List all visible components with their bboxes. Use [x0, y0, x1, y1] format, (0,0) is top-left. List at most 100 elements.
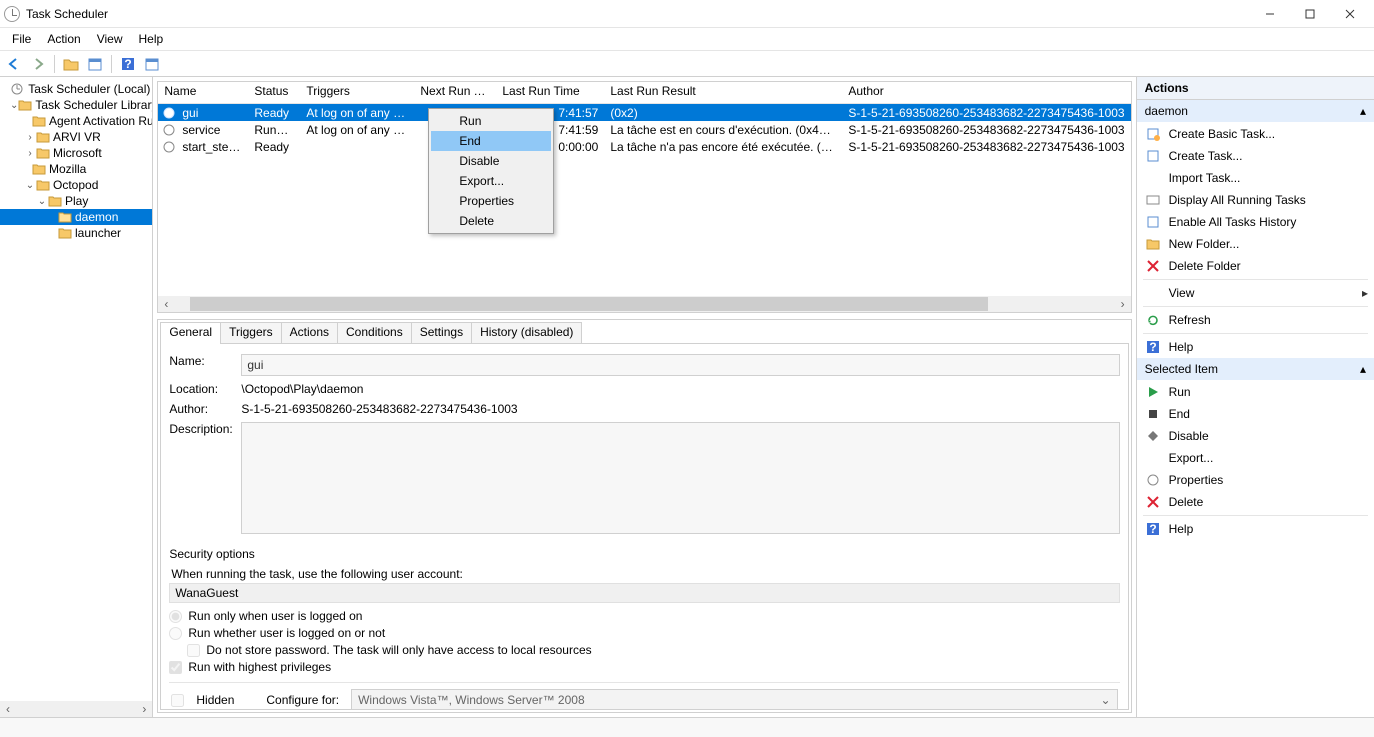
help-icon: ?	[1145, 339, 1161, 355]
action-end[interactable]: End	[1137, 403, 1374, 425]
task-result: (0x2)	[604, 104, 842, 122]
tree-item-arvi[interactable]: ›ARVI VR	[0, 129, 152, 145]
menu-file[interactable]: File	[4, 30, 39, 48]
col-author[interactable]: Author	[842, 82, 1130, 103]
action-create-task[interactable]: Create Task...	[1137, 145, 1374, 167]
action-view[interactable]: View▸	[1137, 282, 1374, 304]
action-refresh[interactable]: Refresh	[1137, 309, 1374, 331]
tab-general[interactable]: General	[160, 322, 221, 344]
action-import-task[interactable]: Import Task...	[1137, 167, 1374, 189]
action-help[interactable]: ?Help	[1137, 336, 1374, 358]
back-button[interactable]	[4, 54, 24, 74]
toolbar-calendar2-icon[interactable]	[142, 54, 162, 74]
tree-item-daemon[interactable]: daemon	[0, 209, 152, 225]
details-tabs: General Triggers Actions Conditions Sett…	[160, 322, 1128, 344]
collapse-up-icon: ▴	[1360, 362, 1366, 376]
action-create-basic[interactable]: Create Basic Task...	[1137, 123, 1374, 145]
svg-text:?: ?	[1149, 340, 1156, 354]
action-disable[interactable]: Disable	[1137, 425, 1374, 447]
task-row[interactable]: service Running At log on of any user 7:…	[158, 121, 1130, 138]
task-list-header: Name Status Triggers Next Run Time Last …	[158, 82, 1130, 104]
task-result: La tâche est en cours d'exécution. (0x41…	[604, 121, 842, 139]
configure-for-combo[interactable]: Windows Vista™, Windows Server™ 2008⌄	[351, 689, 1118, 710]
tab-history[interactable]: History (disabled)	[471, 322, 582, 344]
tab-conditions[interactable]: Conditions	[337, 322, 412, 344]
check-highest-priv-label: Run with highest privileges	[188, 660, 331, 674]
label-location: Location:	[169, 382, 241, 396]
actions-section-label: Selected Item	[1145, 362, 1218, 376]
tree-item-agent[interactable]: Agent Activation Runt	[0, 113, 152, 129]
ctx-disable[interactable]: Disable	[431, 151, 551, 171]
col-triggers[interactable]: Triggers	[300, 82, 414, 103]
label-name: Name:	[169, 354, 241, 376]
col-result[interactable]: Last Run Result	[604, 82, 842, 103]
tree-root[interactable]: Task Scheduler (Local)	[0, 81, 152, 97]
tree-item-mozilla[interactable]: Mozilla	[0, 161, 152, 177]
tree-library[interactable]: ⌄Task Scheduler Library	[0, 97, 152, 113]
col-status[interactable]: Status	[248, 82, 300, 103]
tree-item-label: Microsoft	[53, 146, 102, 160]
tree-item-launcher[interactable]: launcher	[0, 225, 152, 241]
minimize-button[interactable]	[1250, 0, 1290, 28]
blank-icon	[1145, 450, 1161, 466]
menu-bar: File Action View Help	[0, 28, 1374, 51]
menu-view[interactable]: View	[89, 30, 131, 48]
action-run[interactable]: Run	[1137, 381, 1374, 403]
history-icon	[1145, 214, 1161, 230]
action-enable-history[interactable]: Enable All Tasks History	[1137, 211, 1374, 233]
menu-help[interactable]: Help	[131, 30, 172, 48]
tree-item-label: ARVI VR	[53, 130, 101, 144]
action-delete[interactable]: Delete	[1137, 491, 1374, 513]
task-row[interactable]: start_steamvr Ready 0:00:00 La tâche n'a…	[158, 138, 1130, 155]
tab-actions[interactable]: Actions	[281, 322, 338, 344]
col-last[interactable]: Last Run Time	[496, 82, 604, 103]
close-button[interactable]	[1330, 0, 1370, 28]
action-display-running[interactable]: Display All Running Tasks	[1137, 189, 1374, 211]
task-row[interactable]: gui Ready At log on of any user 7:41:57 …	[158, 104, 1130, 121]
ctx-end[interactable]: End	[431, 131, 551, 151]
blank-icon	[1145, 285, 1161, 301]
ctx-delete[interactable]: Delete	[431, 211, 551, 231]
field-description[interactable]	[241, 422, 1119, 534]
task-name: service	[176, 121, 248, 139]
action-new-folder[interactable]: New Folder...	[1137, 233, 1374, 255]
task-list-hscrollbar[interactable]: ‹›	[158, 296, 1130, 312]
action-delete-folder[interactable]: Delete Folder	[1137, 255, 1374, 277]
task-status: Running	[248, 121, 300, 139]
toolbar: ?	[0, 51, 1374, 77]
task-name: gui	[176, 104, 248, 122]
col-name[interactable]: Name	[158, 82, 248, 103]
status-bar	[0, 717, 1374, 737]
field-name[interactable]	[241, 354, 1119, 376]
col-next[interactable]: Next Run Time	[414, 82, 496, 103]
tree-item-label: daemon	[75, 210, 118, 224]
tab-triggers[interactable]: Triggers	[220, 322, 282, 344]
action-export[interactable]: Export...	[1137, 447, 1374, 469]
toolbar-calendar-icon[interactable]	[85, 54, 105, 74]
action-help-2[interactable]: ?Help	[1137, 518, 1374, 540]
action-properties[interactable]: Properties	[1137, 469, 1374, 491]
tree-item-octopod[interactable]: ⌄Octopod	[0, 177, 152, 193]
check-highest-priv	[169, 661, 182, 674]
maximize-button[interactable]	[1290, 0, 1330, 28]
folder-icon	[18, 99, 32, 111]
tab-settings[interactable]: Settings	[411, 322, 472, 344]
actions-section-label: daemon	[1145, 104, 1188, 118]
task-triggers: At log on of any user	[300, 104, 414, 122]
ctx-properties[interactable]: Properties	[431, 191, 551, 211]
radio-run-whether-label: Run whether user is logged on or not	[188, 626, 385, 640]
actions-section-selected[interactable]: Selected Item ▴	[1137, 358, 1374, 381]
tree-hscrollbar[interactable]: ‹›	[0, 701, 152, 717]
toolbar-folder-icon[interactable]	[61, 54, 81, 74]
tree-item-microsoft[interactable]: ›Microsoft	[0, 145, 152, 161]
label-author: Author:	[169, 402, 241, 416]
ctx-export[interactable]: Export...	[431, 171, 551, 191]
actions-section-daemon[interactable]: daemon▴	[1137, 100, 1374, 123]
window-title: Task Scheduler	[26, 7, 108, 21]
tree-item-label: Agent Activation Runt	[49, 114, 153, 128]
forward-button[interactable]	[28, 54, 48, 74]
tree-item-play[interactable]: ⌄Play	[0, 193, 152, 209]
toolbar-help-icon[interactable]: ?	[118, 54, 138, 74]
menu-action[interactable]: Action	[39, 30, 88, 48]
ctx-run[interactable]: Run	[431, 111, 551, 131]
